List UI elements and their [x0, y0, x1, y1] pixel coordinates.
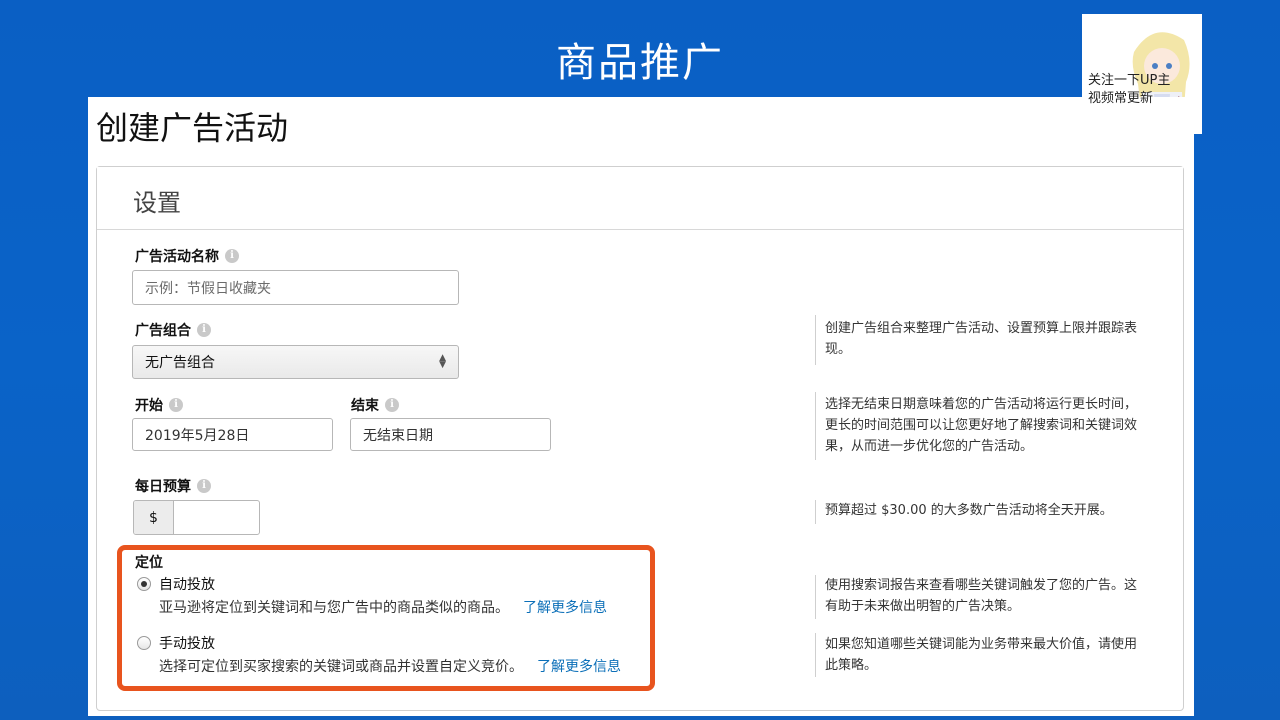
- currency-prefix: $: [134, 501, 174, 534]
- help-divider: [815, 633, 816, 677]
- end-date-label: 结束 i: [351, 395, 399, 415]
- info-icon[interactable]: i: [225, 249, 239, 263]
- create-campaign-panel: 创建广告活动 设置 广告活动名称 i 示例：节假日收藏夹 广告组合 i 无广告组…: [88, 97, 1194, 716]
- auto-targeting-help: 使用搜索词报告来查看哪些关键词触发了您的广告。这有助于未来做出明智的广告决策。: [825, 578, 1138, 614]
- settings-card-header: 设置: [97, 167, 1183, 230]
- auto-targeting-description-row: 亚马逊将定位到关键词和与您广告中的商品类似的商品。 了解更多信息: [159, 597, 607, 617]
- daily-budget-label-text: 每日预算: [135, 479, 191, 495]
- manual-targeting-option[interactable]: 手动投放: [137, 633, 215, 653]
- page-title: 创建广告活动: [96, 109, 289, 147]
- manual-targeting-help: 如果您知道哪些关键词能为业务带来最大价值，请使用此策略。: [825, 637, 1138, 673]
- settings-card: 设置 广告活动名称 i 示例：节假日收藏夹 广告组合 i 无广告组合 ▲ ▼ 创建…: [96, 166, 1184, 711]
- daily-budget-label: 每日预算 i: [135, 476, 211, 496]
- help-divider: [815, 392, 816, 460]
- auto-learn-more-link[interactable]: 了解更多信息: [523, 597, 607, 617]
- portfolio-select[interactable]: 无广告组合 ▲ ▼: [132, 345, 459, 379]
- manual-targeting-description: 选择可定位到买家搜索的关键词或商品并设置自定义竞价。: [159, 659, 523, 675]
- help-divider: [815, 315, 816, 365]
- daily-budget-input[interactable]: $: [133, 500, 260, 535]
- portfolio-help: 创建广告组合来整理广告活动、设置预算上限并跟踪表现。: [825, 321, 1138, 357]
- daily-budget-help: 预算超过 $30.00 的大多数广告活动将全天开展。: [825, 503, 1113, 518]
- campaign-name-label-text: 广告活动名称: [135, 249, 219, 265]
- auto-targeting-description: 亚马逊将定位到关键词和与您广告中的商品类似的商品。: [159, 600, 509, 616]
- auto-targeting-option[interactable]: 自动投放: [137, 574, 215, 594]
- auto-targeting-radio[interactable]: [137, 577, 151, 591]
- portfolio-selected-value: 无广告组合: [145, 355, 215, 371]
- campaign-name-input[interactable]: 示例：节假日收藏夹: [132, 270, 459, 305]
- manual-targeting-label: 手动投放: [159, 636, 215, 652]
- end-date-label-text: 结束: [351, 398, 379, 414]
- settings-title: 设置: [133, 189, 181, 217]
- auto-targeting-label: 自动投放: [159, 577, 215, 593]
- badge-line-1: 关注一下UP主: [1088, 73, 1171, 88]
- portfolio-label: 广告组合 i: [135, 320, 211, 340]
- end-date-input[interactable]: 无结束日期: [350, 418, 551, 451]
- info-icon[interactable]: i: [385, 398, 399, 412]
- dates-help: 选择无结束日期意味着您的广告活动将运行更长时间，更长的时间范围可以让您更好地了解…: [825, 397, 1138, 454]
- portfolio-label-text: 广告组合: [135, 323, 191, 339]
- start-date-input[interactable]: 2019年5月28日: [132, 418, 333, 451]
- info-icon[interactable]: i: [197, 323, 211, 337]
- info-icon[interactable]: i: [197, 479, 211, 493]
- badge-line-2: 视频常更新: [1088, 91, 1154, 106]
- start-date-label-text: 开始: [135, 398, 163, 414]
- manual-targeting-radio[interactable]: [137, 636, 151, 650]
- manual-targeting-description-row: 选择可定位到买家搜索的关键词或商品并设置自定义竞价。 了解更多信息: [159, 656, 621, 676]
- campaign-name-label: 广告活动名称 i: [135, 246, 239, 266]
- daily-budget-value[interactable]: [174, 501, 259, 534]
- manual-learn-more-link[interactable]: 了解更多信息: [537, 656, 621, 676]
- help-divider: [815, 575, 816, 619]
- info-icon[interactable]: i: [169, 398, 183, 412]
- targeting-label-text: 定位: [135, 555, 163, 571]
- targeting-label: 定位: [135, 552, 163, 572]
- start-date-label: 开始 i: [135, 395, 183, 415]
- help-divider: [815, 500, 816, 524]
- sort-arrows-icon: ▲ ▼: [439, 353, 446, 370]
